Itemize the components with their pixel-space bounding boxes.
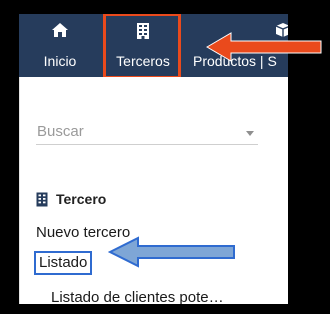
link-listado-clientes-potenciales[interactable]: Listado de clientes pote… [51, 289, 224, 304]
orange-arrow-annotation [206, 32, 322, 62]
nav-label-inicio: Inicio [43, 53, 77, 69]
dropdown-caret-icon[interactable] [246, 131, 254, 136]
search-placeholder: Buscar [37, 123, 84, 140]
search-select[interactable]: Buscar [36, 122, 258, 145]
blue-arrow-annotation [108, 236, 235, 268]
screenshot-frame: Inicio Terceros Productos | S Buscar Ter… [0, 0, 330, 314]
terceros-highlight-box [103, 14, 181, 79]
link-listado[interactable]: Listado [34, 251, 93, 275]
building-icon [36, 192, 48, 207]
section-title-label: Tercero [56, 191, 107, 207]
nav-item-inicio[interactable]: Inicio [32, 14, 88, 77]
section-title-tercero: Tercero [36, 191, 106, 207]
home-icon [32, 22, 88, 38]
